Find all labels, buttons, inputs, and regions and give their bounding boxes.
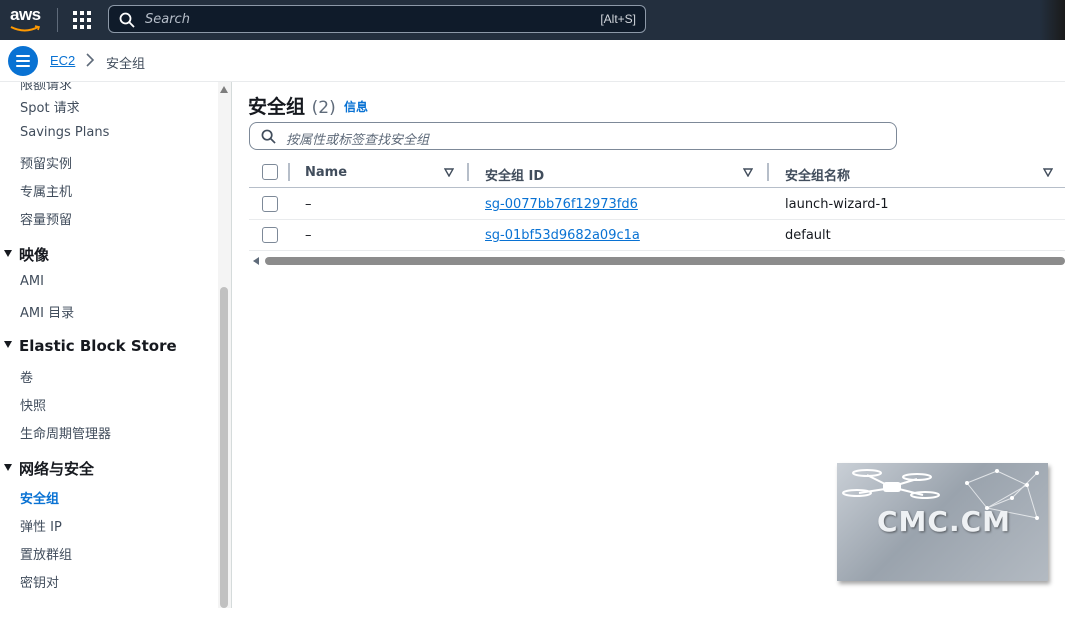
cell-name: –: [305, 197, 312, 212]
sidebar-item-savings-plans[interactable]: Savings Plans: [20, 125, 109, 140]
torn-edge-right: [1065, 0, 1077, 620]
sidebar-item-capacity-reservations[interactable]: 容量预留: [20, 209, 72, 228]
breadcrumb-bar: EC2 安全组: [0, 40, 1065, 82]
table-header: Name 安全组 ID 安全组名称: [249, 158, 1065, 188]
chevron-right-icon: [86, 53, 95, 67]
sidebar-item-ami[interactable]: AMI: [20, 274, 44, 289]
watermark-text: CMC.CM: [877, 505, 1012, 538]
nav-divider: [57, 8, 58, 32]
sort-icon[interactable]: [1043, 168, 1053, 177]
table-row[interactable]: – sg-01bf53d9682a09c1a default: [249, 220, 1065, 251]
column-divider[interactable]: [467, 163, 469, 181]
menu-toggle-button[interactable]: [8, 46, 38, 76]
search-placeholder: Search: [145, 12, 190, 27]
scrollbar-thumb[interactable]: [220, 287, 228, 608]
item-count: (2): [311, 98, 336, 118]
aws-logo-text: aws: [10, 5, 41, 24]
sidebar-item-dedicated-hosts[interactable]: 专属主机: [20, 181, 72, 200]
sidebar-item-key-pairs[interactable]: 密钥对: [20, 572, 59, 591]
sidebar-item-snapshots[interactable]: 快照: [20, 395, 46, 414]
select-all-checkbox[interactable]: [262, 164, 278, 180]
scroll-left-icon[interactable]: [253, 257, 259, 265]
watermark-image: CMC.CM: [837, 463, 1048, 581]
sidebar-item-elastic-ips[interactable]: 弹性 IP: [20, 516, 62, 535]
column-header-name[interactable]: Name: [305, 165, 347, 180]
top-navigation: aws Search [Alt+S]: [0, 0, 1065, 40]
caret-down-icon: [4, 341, 12, 348]
sidebar-item-spot-requests[interactable]: Spot 请求: [20, 97, 80, 116]
search-shortcut: [Alt+S]: [600, 12, 636, 26]
sidebar-item-cut[interactable]: 限额请求: [20, 82, 72, 93]
sidebar-item-placement-groups[interactable]: 置放群组: [20, 544, 72, 563]
cell-group-name: default: [785, 228, 831, 243]
sidebar-section-ebs[interactable]: Elastic Block Store: [4, 337, 177, 355]
sidebar-section-title: Elastic Block Store: [19, 337, 177, 355]
global-search-input[interactable]: Search [Alt+S]: [108, 5, 646, 33]
column-divider[interactable]: [767, 163, 769, 181]
caret-down-icon: [4, 250, 12, 257]
sidebar-item-ami-catalog[interactable]: AMI 目录: [20, 302, 74, 321]
filter-placeholder: 按属性或标签查找安全组: [286, 133, 430, 148]
sidebar-scrollbar[interactable]: [218, 82, 231, 608]
table-horizontal-scrollbar[interactable]: [253, 256, 1065, 266]
cell-group-name: launch-wizard-1: [785, 197, 889, 212]
torn-edge-bottom: [0, 608, 1077, 620]
page-title-text: 安全组: [248, 96, 306, 118]
column-header-group-id[interactable]: 安全组 ID: [485, 165, 544, 184]
aws-smile-icon: [10, 25, 41, 32]
column-divider: [288, 163, 290, 181]
sidebar-section-title: 映像: [19, 246, 50, 264]
column-header-group-name[interactable]: 安全组名称: [785, 165, 850, 184]
page-title: 安全组 (2): [248, 92, 336, 119]
sidebar-section-images[interactable]: 映像: [4, 244, 49, 265]
cell-group-id-link[interactable]: sg-01bf53d9682a09c1a: [485, 228, 640, 243]
sidebar-section-network-security[interactable]: 网络与安全: [4, 458, 94, 479]
cell-group-id-link[interactable]: sg-0077bb76f12973fd6: [485, 197, 638, 212]
sidebar-item-reserved-instances[interactable]: 预留实例: [20, 153, 72, 172]
sort-icon[interactable]: [743, 168, 753, 177]
sort-icon[interactable]: [444, 168, 454, 177]
scrollbar-thumb[interactable]: [265, 257, 1065, 265]
search-icon: [261, 129, 276, 144]
services-grid-icon[interactable]: [73, 11, 91, 29]
row-checkbox[interactable]: [262, 196, 278, 212]
aws-logo[interactable]: aws: [8, 5, 48, 35]
cell-name: –: [305, 228, 312, 243]
filter-input[interactable]: 按属性或标签查找安全组: [249, 122, 897, 150]
info-link[interactable]: 信息: [344, 98, 368, 115]
breadcrumb-ec2-link[interactable]: EC2: [50, 53, 75, 68]
table-row[interactable]: – sg-0077bb76f12973fd6 launch-wizard-1: [249, 189, 1065, 220]
sidebar: 限额请求 Spot 请求 Savings Plans 预留实例 专属主机 容量预…: [0, 82, 232, 608]
sidebar-section-title: 网络与安全: [19, 460, 95, 478]
search-icon: [119, 12, 135, 28]
sidebar-item-lifecycle-manager[interactable]: 生命周期管理器: [20, 423, 111, 442]
caret-down-icon: [4, 464, 12, 471]
topbar-right-area: [1040, 0, 1065, 40]
sidebar-item-volumes[interactable]: 卷: [20, 367, 33, 386]
breadcrumb-current: 安全组: [106, 57, 146, 72]
sidebar-item-security-groups[interactable]: 安全组: [20, 488, 59, 507]
scroll-up-icon[interactable]: [220, 86, 228, 93]
row-checkbox[interactable]: [262, 227, 278, 243]
